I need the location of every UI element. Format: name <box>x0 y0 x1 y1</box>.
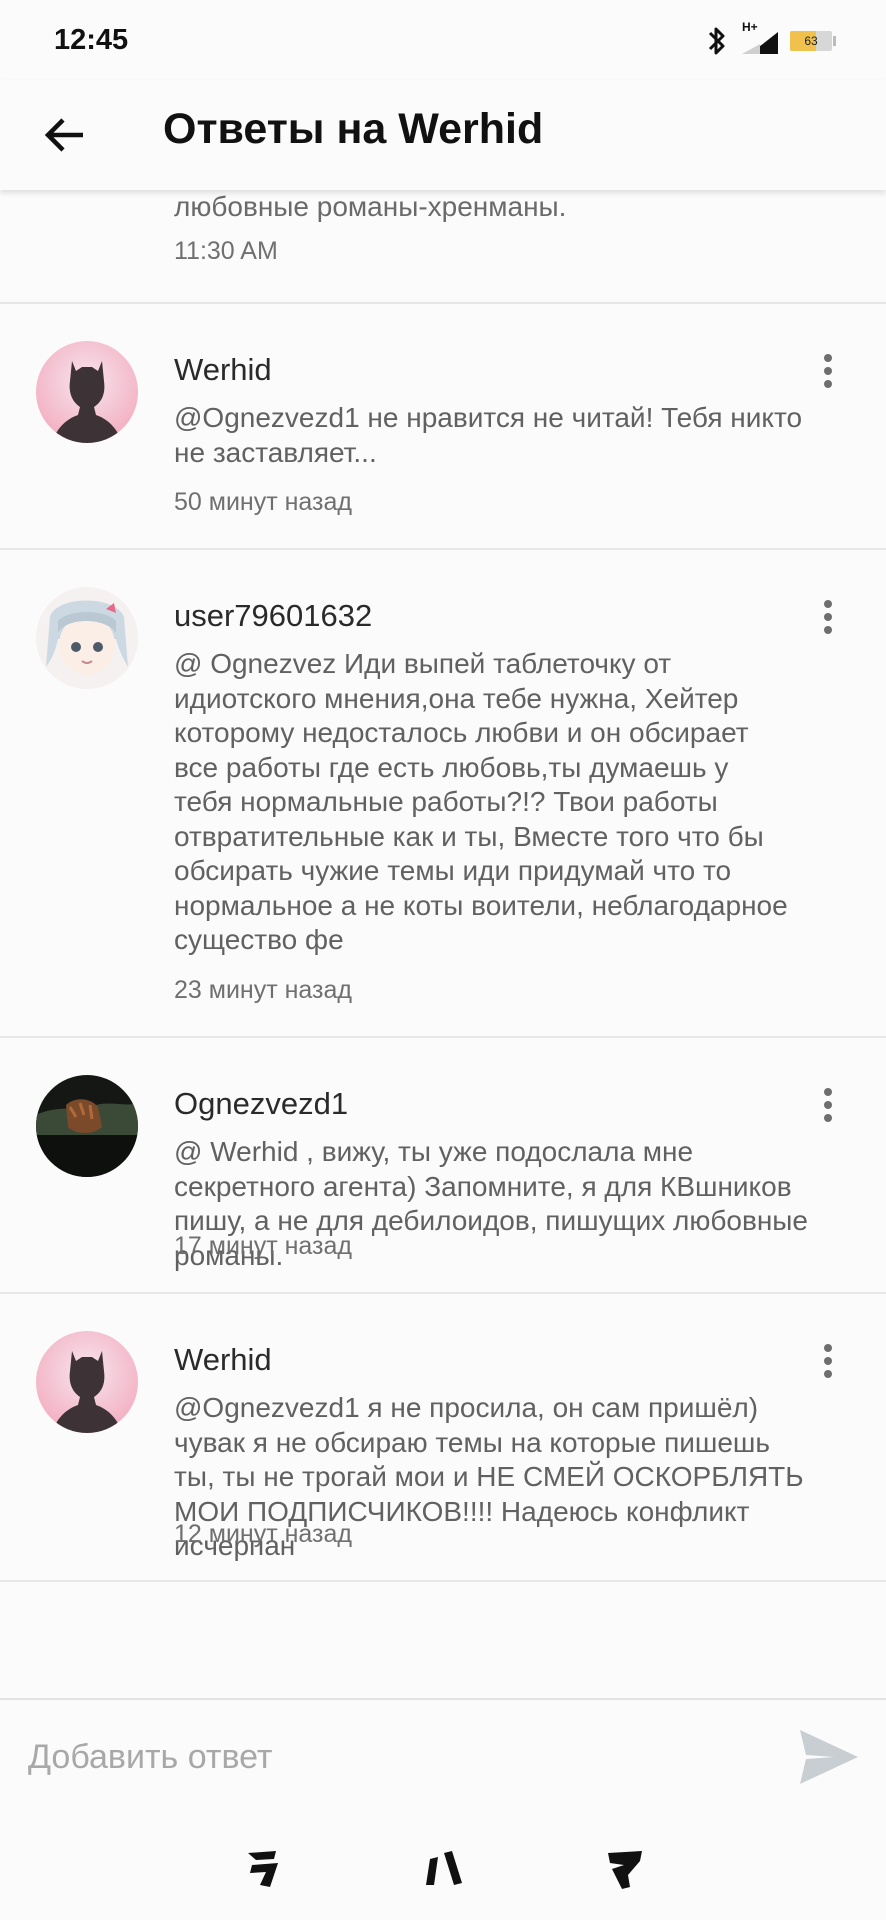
nav-home-icon <box>426 1851 462 1885</box>
avatar[interactable] <box>36 341 138 443</box>
list-item[interactable]: Werhid @Ognezvezd1 я не просила, он сам … <box>0 1294 886 1582</box>
screen: 12:45 H+ 63 Ответы на Werhid любовные ро… <box>0 0 886 1920</box>
avatar[interactable] <box>36 1331 138 1433</box>
more-vertical-icon <box>824 1088 832 1096</box>
battery-cap <box>833 36 836 46</box>
signal-icon: H+ <box>740 20 780 56</box>
more-options-button[interactable] <box>808 1336 848 1386</box>
reply-author[interactable]: Werhid <box>174 1342 272 1378</box>
nav-back-icon <box>248 1851 278 1887</box>
send-icon <box>800 1730 858 1784</box>
send-button[interactable] <box>794 1722 864 1792</box>
avatar[interactable] <box>36 1075 138 1177</box>
status-icons: H+ 63 <box>704 20 836 58</box>
list-item[interactable]: любовные романы-хренманы. 11:30 AM <box>0 190 886 304</box>
list-item[interactable]: user79601632 @ Ognezvez Иди выпей таблет… <box>0 550 886 1038</box>
reply-composer <box>0 1698 886 1817</box>
page-title: Ответы на Werhid <box>163 105 544 153</box>
reply-author[interactable]: Werhid <box>174 352 272 388</box>
avatar[interactable] <box>36 587 138 689</box>
network-type: H+ <box>742 20 758 34</box>
reply-message: @ Ognezvez Иди выпей таблеточку от идиот… <box>174 648 788 955</box>
battery-icon: 63 <box>790 31 832 51</box>
more-options-button[interactable] <box>808 592 848 642</box>
status-time: 12:45 <box>54 24 129 56</box>
list-item[interactable]: Werhid @Ognezvezd1 не нравится не читай!… <box>0 304 886 550</box>
reply-input[interactable] <box>26 1730 750 1784</box>
reply-text: любовные романы-хренманы. <box>174 191 567 222</box>
reply-time: 11:30 AM <box>174 237 278 265</box>
app-header: Ответы на Werhid <box>0 80 886 190</box>
nav-recent-icon <box>608 1851 642 1889</box>
more-options-button[interactable] <box>808 1080 848 1130</box>
status-bar: 12:45 H+ 63 <box>0 0 886 80</box>
nav-back-button[interactable] <box>238 1843 288 1893</box>
system-nav-bar <box>0 1815 886 1920</box>
reply-time: 50 минут назад <box>174 488 352 516</box>
reply-time: 17 минут назад <box>174 1232 352 1260</box>
reply-author[interactable]: user79601632 <box>174 598 372 634</box>
more-options-button[interactable] <box>808 346 848 396</box>
nav-home-button[interactable] <box>418 1843 468 1893</box>
arrow-left-icon <box>44 118 83 152</box>
reply-message: @Ognezvezd1 не нравится не читай! Тебя н… <box>174 402 803 468</box>
more-vertical-icon <box>824 600 832 608</box>
reply-time: 23 минут назад <box>174 976 352 1004</box>
nav-recent-button[interactable] <box>600 1843 650 1893</box>
back-button[interactable] <box>30 100 100 170</box>
list-item[interactable]: Ognezvezd1 @ Werhid , вижу, ты уже подос… <box>0 1038 886 1294</box>
battery-level: 63 <box>804 34 818 48</box>
more-vertical-icon <box>824 1344 832 1352</box>
reply-time: 12 минут назад <box>174 1520 352 1548</box>
reply-author[interactable]: Ognezvezd1 <box>174 1086 348 1122</box>
bluetooth-icon <box>708 27 725 55</box>
more-vertical-icon <box>824 354 832 362</box>
